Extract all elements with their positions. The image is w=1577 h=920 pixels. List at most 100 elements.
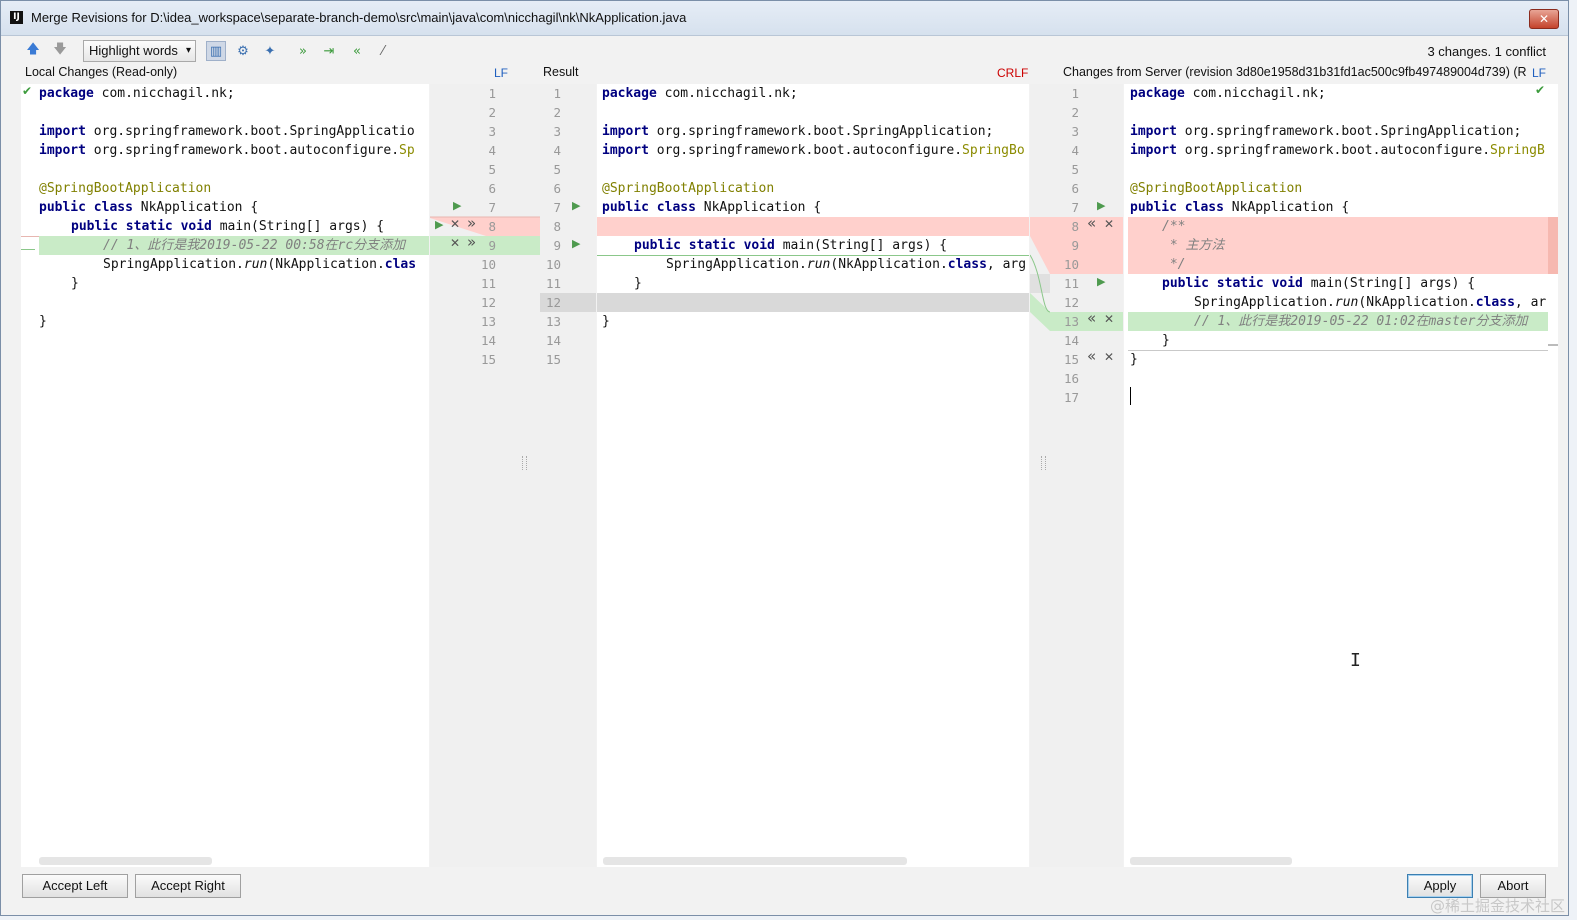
check-icon: ✔ (22, 84, 33, 98)
apply-change-icon[interactable]: ▶ (453, 196, 461, 215)
line-number: 6 (488, 181, 496, 196)
right-pane-header: Changes from Server (revision 3d80e1958d… (1063, 65, 1527, 79)
apply-non-conflicting-icon[interactable]: » (293, 41, 313, 61)
line-number: 5 (1071, 162, 1079, 177)
line-number: 3 (553, 124, 561, 139)
line-number: 1 (488, 86, 496, 101)
line-number: 2 (553, 105, 561, 120)
ignore-change-icon[interactable]: ✕ (1104, 215, 1114, 234)
line-number: 13 (1063, 314, 1079, 329)
watermark: @稀土掘金技术社区 (1429, 897, 1565, 915)
check-icon: ✔ (1535, 83, 1546, 97)
right-line-separator[interactable]: LF (1532, 66, 1546, 80)
left-change-marker (21, 249, 35, 250)
window-title: Merge Revisions for D:\idea_workspace\se… (31, 10, 687, 25)
result-deleted-highlight (597, 217, 1029, 236)
accept-change-icon[interactable]: « (1087, 347, 1096, 366)
line-number: 6 (1071, 181, 1079, 196)
right-line-14: } (1162, 333, 1170, 348)
center-line-separator[interactable]: CRLF (997, 66, 1028, 80)
splitter-handle[interactable] (522, 456, 527, 470)
center-right-gutter: 1 2 3 4 5 6 7 8 9 10 11 12 13 14 15 16 1… (1030, 84, 1123, 867)
ignore-change-icon[interactable]: ✕ (1104, 348, 1114, 367)
result-conflict-placeholder (597, 293, 1029, 312)
apply-right-icon[interactable]: « (347, 41, 367, 61)
ignore-change-icon[interactable]: ✕ (1104, 310, 1114, 329)
text-caret (1130, 387, 1131, 405)
center-line-1: package com.nicchagil.nk; (602, 86, 798, 101)
line-number: 14 (545, 333, 561, 348)
center-line-6: @SpringBootApplication (602, 181, 775, 196)
accept-left-button[interactable]: Accept Left (22, 874, 128, 898)
line-number: 12 (545, 295, 561, 310)
close-button[interactable]: ✕ (1529, 9, 1559, 29)
line-number: 5 (488, 162, 496, 177)
result-horizontal-scrollbar[interactable] (603, 857, 907, 865)
magic-resolve-icon[interactable]: ✦ (260, 41, 280, 61)
line-number: 15 (545, 352, 561, 367)
line-number: 8 (553, 219, 561, 234)
intellij-icon: IJ (10, 11, 23, 24)
line-number: 4 (553, 143, 561, 158)
scrollbar-change-marker (1548, 217, 1558, 274)
accept-right-button[interactable]: Accept Right (135, 874, 241, 898)
line-number: 11 (545, 276, 561, 291)
line-number: 9 (488, 238, 496, 253)
wand-icon[interactable]: ⁄ (373, 41, 393, 61)
right-line-12: SpringApplication.run(NkApplication.clas… (1194, 295, 1547, 310)
mouse-ibeam-cursor: I (1350, 650, 1361, 671)
left-editor[interactable]: ✔ package com.nicchagil.nk; import org.s… (21, 84, 429, 867)
line-number: 5 (553, 162, 561, 177)
right-line-10: */ (1162, 257, 1186, 272)
accept-change-icon[interactable]: « (1087, 309, 1096, 328)
line-number: 15 (480, 352, 496, 367)
line-number: 9 (1071, 238, 1079, 253)
arrow-up-icon[interactable]: 🡅 (23, 41, 43, 61)
line-number: 17 (1063, 390, 1079, 405)
ignore-change-icon[interactable]: ✕ (450, 234, 460, 253)
line-number: 1 (1071, 86, 1079, 101)
result-editor[interactable]: package com.nicchagil.nk; import org.spr… (597, 84, 1029, 867)
line-number: 10 (480, 257, 496, 272)
line-number: 1 (553, 86, 561, 101)
right-horizontal-scrollbar[interactable] (1130, 857, 1292, 865)
merge-window: IJ Merge Revisions for D:\idea_workspace… (0, 0, 1569, 916)
arrow-down-icon[interactable]: 🡇 (50, 41, 70, 61)
right-line-11: public static void main(String[] args) { (1162, 276, 1476, 291)
left-pane-header: Local Changes (Read-only) (25, 65, 178, 79)
apply-change-icon[interactable]: ▶ (572, 234, 580, 253)
right-line-8: /** (1162, 219, 1186, 234)
title-bar: IJ Merge Revisions for D:\idea_workspace… (1, 1, 1568, 36)
right-vertical-scrollbar[interactable] (1548, 84, 1558, 867)
line-number: 8 (1071, 219, 1079, 234)
line-number: 8 (488, 219, 496, 234)
center-line-4: import org.springframework.boot.autoconf… (602, 143, 1025, 158)
right-editor[interactable]: package com.nicchagil.nk; import org.spr… (1124, 84, 1548, 867)
line-number: 2 (1071, 105, 1079, 120)
left-line-3: import org.springframework.boot.SpringAp… (39, 124, 415, 139)
line-number: 10 (545, 257, 561, 272)
line-number: 10 (1063, 257, 1079, 272)
gear-icon[interactable]: ⚙ (233, 41, 253, 61)
accept-change-icon[interactable]: « (1087, 214, 1096, 233)
highlight-mode-dropdown[interactable]: Highlight words ▾ (83, 40, 196, 62)
center-line-9: public static void main(String[] args) { (634, 238, 948, 253)
apply-change-icon[interactable]: ▶ (1097, 272, 1105, 291)
ignore-change-icon[interactable]: ✕ (450, 215, 460, 234)
line-number: 13 (545, 314, 561, 329)
columns-icon[interactable]: ▥ (206, 41, 226, 61)
left-line-separator[interactable]: LF (494, 66, 508, 80)
line-number: 3 (488, 124, 496, 139)
right-line-4: import org.springframework.boot.autoconf… (1130, 143, 1545, 158)
apply-change-icon[interactable]: ▶ (435, 215, 443, 234)
splitter-handle[interactable] (1041, 456, 1046, 470)
apply-change-icon[interactable]: ▶ (572, 196, 580, 215)
center-line-7: public class NkApplication { (602, 200, 822, 215)
apply-change-icon[interactable]: ▶ (1097, 196, 1105, 215)
left-horizontal-scrollbar[interactable] (39, 857, 212, 865)
left-line-9: // 1、此行是我2019-05-22 00:58在rc分支添加 (103, 238, 406, 253)
line-number: 7 (1071, 200, 1079, 215)
left-center-gutter: ▶ ▶ ✕ » ✕ » 1 2 3 4 5 6 7 8 9 10 11 12 1… (430, 84, 596, 867)
apply-left-icon[interactable]: ⇥ (319, 41, 339, 61)
line-number: 12 (1063, 295, 1079, 310)
